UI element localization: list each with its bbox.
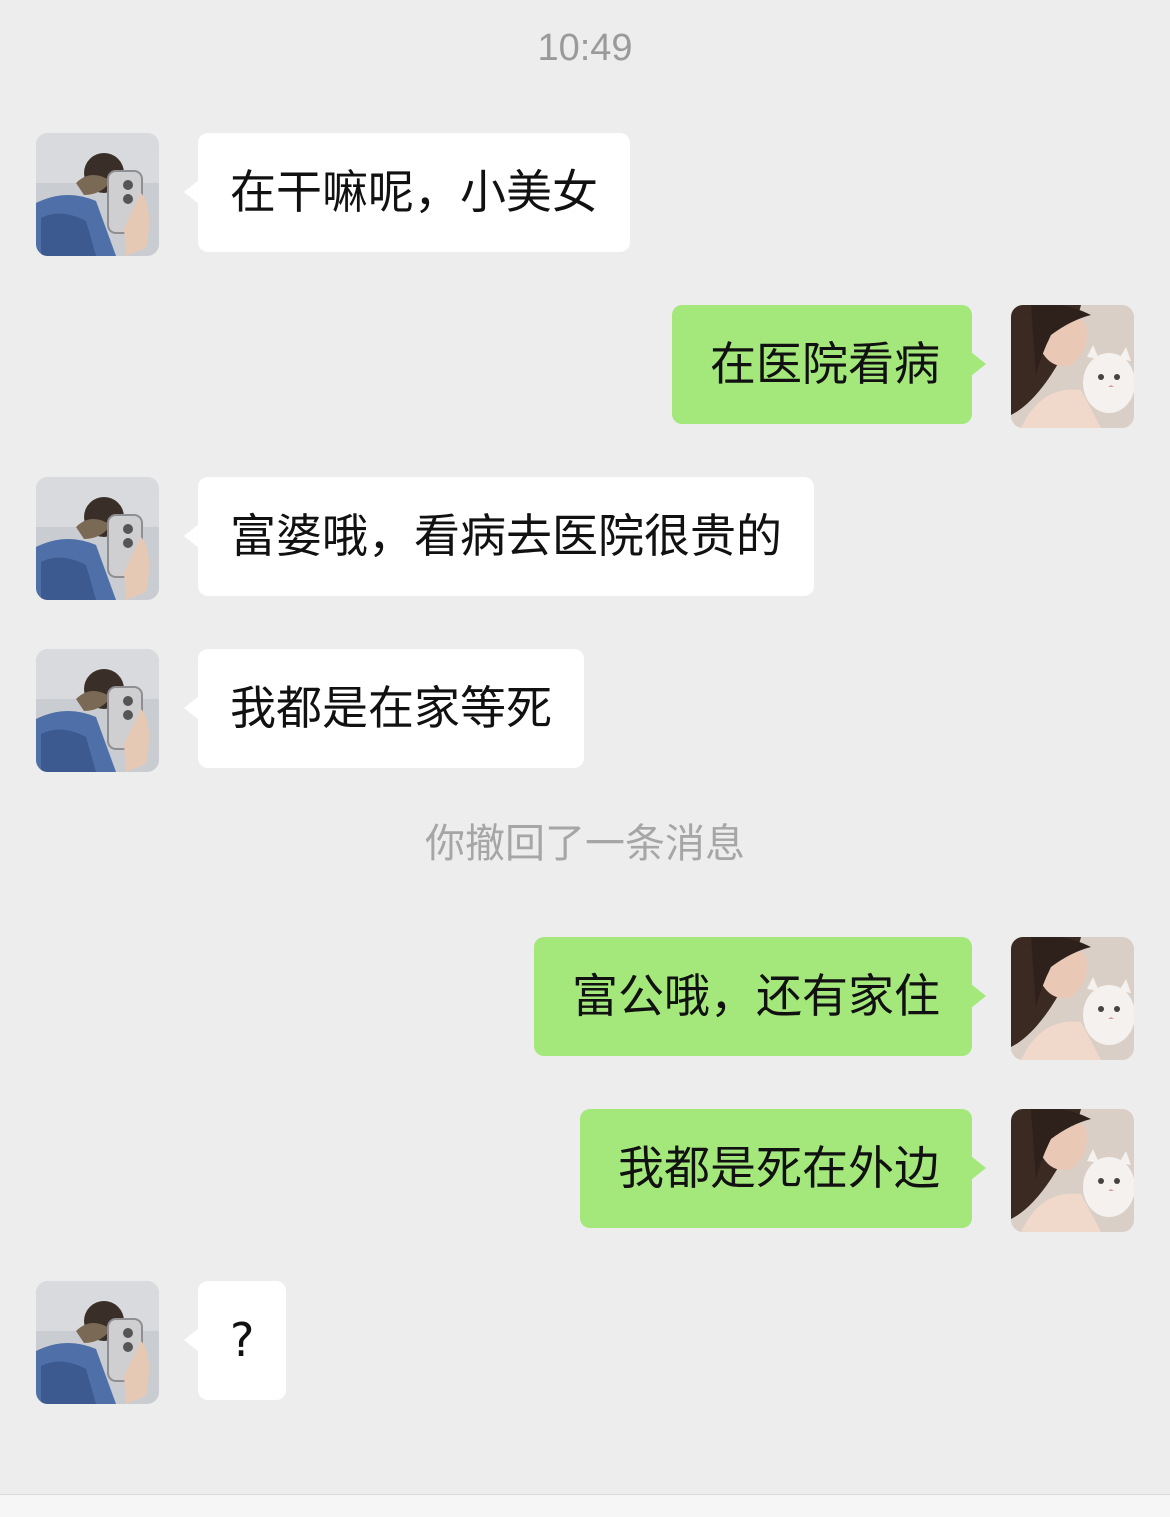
avatar-image xyxy=(36,649,159,772)
contact-avatar[interactable] xyxy=(36,477,159,600)
incoming-message-bubble[interactable]: 在干嘛呢，小美女 xyxy=(184,133,630,252)
message-row: 在干嘛呢，小美女 xyxy=(0,133,1170,257)
my-avatar[interactable] xyxy=(1011,937,1134,1060)
input-bar-edge xyxy=(0,1494,1170,1517)
contact-avatar[interactable] xyxy=(36,1281,159,1404)
recall-notice: 你撤回了一条消息 xyxy=(425,821,745,867)
message-row: 富公哦，还有家住 xyxy=(0,937,1170,1061)
message-row: ? xyxy=(0,1281,1170,1405)
message-row: 富婆哦，看病去医院很贵的 xyxy=(0,477,1170,601)
avatar-image xyxy=(36,133,159,256)
avatar-image xyxy=(36,1281,159,1404)
chat-timestamp: 10:49 xyxy=(537,27,633,69)
incoming-message-bubble[interactable]: ? xyxy=(183,1281,287,1400)
outgoing-message-bubble[interactable]: 富公哦，还有家住 xyxy=(534,937,986,1056)
my-avatar[interactable] xyxy=(1011,1109,1134,1232)
outgoing-message-bubble[interactable]: 我都是死在外边 xyxy=(580,1109,986,1228)
outgoing-message-bubble[interactable]: 在医院看病 xyxy=(672,305,986,424)
avatar-image xyxy=(1011,937,1134,1060)
message-row: 在医院看病 xyxy=(0,305,1170,429)
avatar-image xyxy=(36,477,159,600)
message-row: 我都是死在外边 xyxy=(0,1109,1170,1233)
my-avatar[interactable] xyxy=(1011,305,1134,428)
message-row: 我都是在家等死 xyxy=(0,649,1170,773)
avatar-image xyxy=(1011,305,1134,428)
avatar-image xyxy=(1011,1109,1134,1232)
incoming-message-bubble[interactable]: 我都是在家等死 xyxy=(184,649,584,768)
contact-avatar[interactable] xyxy=(36,133,159,256)
incoming-message-bubble[interactable]: 富婆哦，看病去医院很贵的 xyxy=(184,477,814,596)
contact-avatar[interactable] xyxy=(36,649,159,772)
